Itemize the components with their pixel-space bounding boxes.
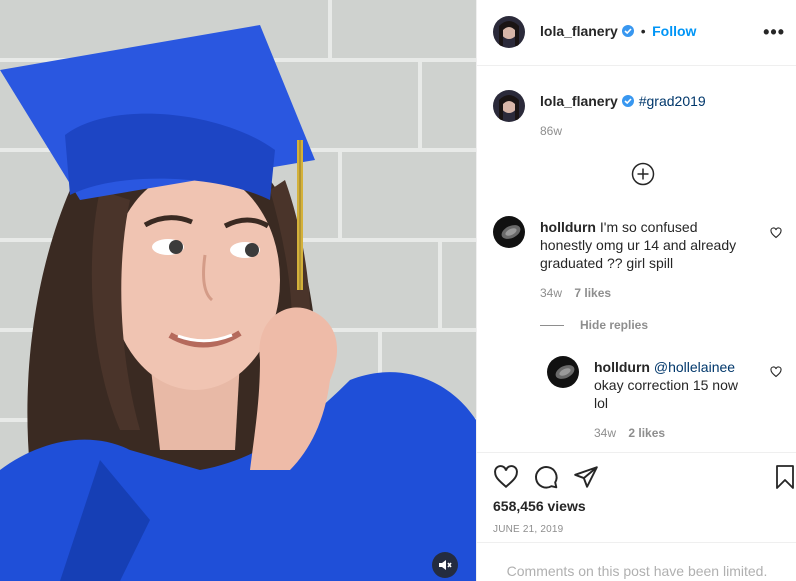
- reply-meta: 34w 2 likes: [594, 426, 665, 440]
- comment-meta: 34w 7 likes: [540, 286, 611, 300]
- reply-username[interactable]: holldurn: [594, 359, 650, 375]
- more-options-icon[interactable]: •••: [763, 22, 785, 43]
- post-video[interactable]: [0, 0, 476, 581]
- author-username[interactable]: lola_flanery: [540, 23, 618, 39]
- comment-username[interactable]: holldurn: [540, 219, 596, 235]
- follow-button[interactable]: Follow: [652, 23, 696, 39]
- comment-icon[interactable]: [533, 464, 559, 490]
- reply-likes[interactable]: 2 likes: [628, 426, 665, 440]
- reply-text: okay correction 15 now lol: [594, 377, 738, 411]
- divider: [540, 324, 564, 326]
- verified-icon: [622, 95, 635, 107]
- reply-like-icon[interactable]: [770, 366, 782, 378]
- post-header: lola_flanery • Follow •••: [477, 0, 796, 66]
- comments-limited-notice: Comments on this post have been limited.: [477, 542, 796, 581]
- mute-button[interactable]: [432, 552, 458, 578]
- load-more-icon: [631, 162, 655, 186]
- caption-hashtag[interactable]: #grad2019: [639, 93, 706, 109]
- hide-replies-label: Hide replies: [580, 318, 649, 332]
- share-icon[interactable]: [573, 464, 599, 490]
- view-count[interactable]: 658,456 views: [493, 498, 586, 514]
- post-sidebar: lola_flanery • Follow ••• lola_flanery #…: [476, 0, 796, 581]
- comment-age: 34w: [540, 286, 563, 300]
- header-separator: •: [640, 23, 646, 39]
- reply: holldurn @hollelainee okay correction 15…: [594, 358, 754, 412]
- comment: holldurn I'm so confused honestly omg ur…: [540, 218, 750, 272]
- graduation-photo: [0, 0, 476, 581]
- reply-mention[interactable]: @hollelainee: [654, 359, 735, 375]
- hide-replies-button[interactable]: Hide replies: [540, 318, 648, 332]
- reply-avatar[interactable]: [547, 356, 579, 388]
- commenter-avatar[interactable]: [493, 216, 525, 248]
- caption-username[interactable]: lola_flanery: [540, 93, 618, 109]
- comment-likes[interactable]: 7 likes: [574, 286, 611, 300]
- caption-age: 86w: [540, 124, 563, 138]
- mute-icon: [439, 560, 452, 570]
- load-more-button[interactable]: [631, 162, 655, 191]
- actions-divider: [477, 452, 796, 454]
- reply-age: 34w: [594, 426, 617, 440]
- author-avatar[interactable]: [493, 16, 525, 48]
- comment-like-icon[interactable]: [770, 227, 782, 239]
- post-date[interactable]: JUNE 21, 2019: [493, 524, 563, 535]
- instagram-post: lola_flanery • Follow ••• lola_flanery #…: [0, 0, 796, 581]
- heart-icon[interactable]: [493, 464, 519, 490]
- caption-avatar[interactable]: [493, 90, 525, 122]
- bookmark-icon[interactable]: [773, 464, 796, 490]
- verified-icon: [622, 25, 635, 37]
- caption: lola_flanery #grad2019: [540, 92, 706, 111]
